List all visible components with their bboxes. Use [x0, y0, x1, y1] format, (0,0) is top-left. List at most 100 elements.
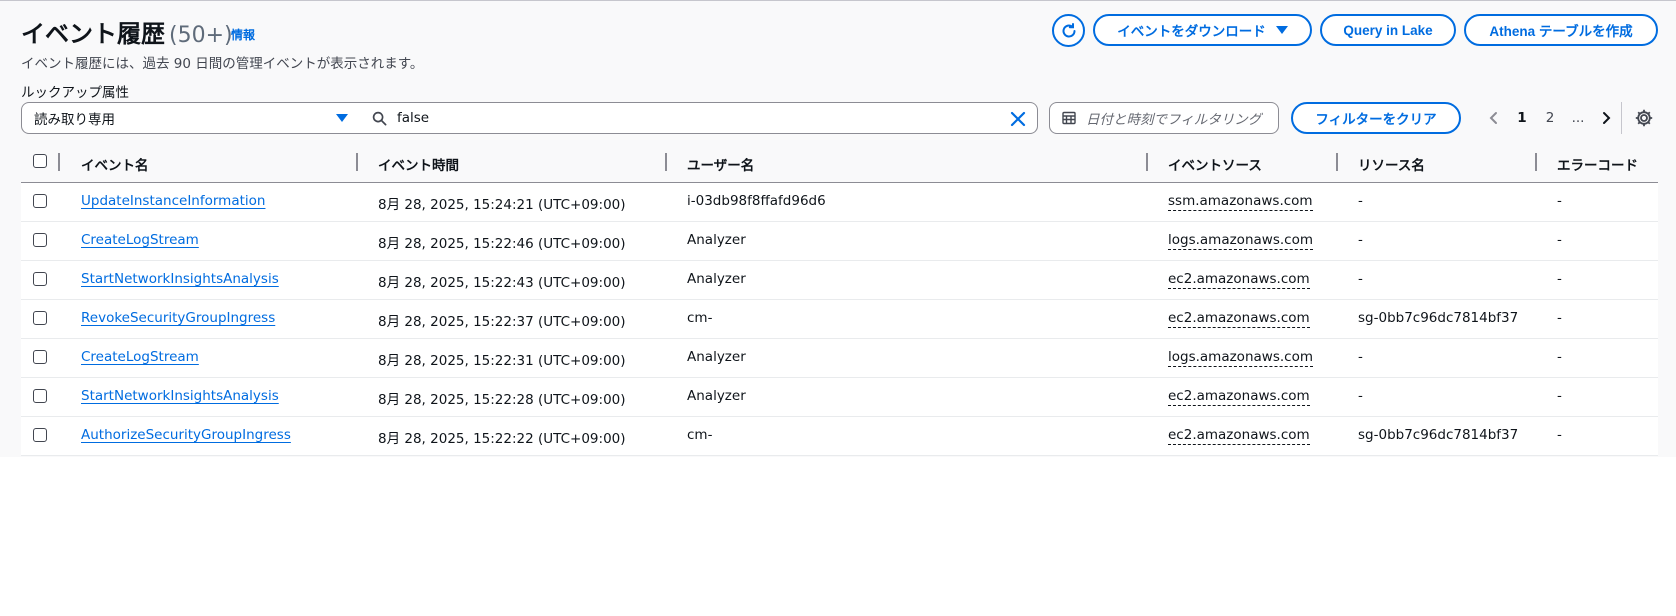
- table-row[interactable]: UpdateInstanceInformation 8月 28, 2025, 1…: [21, 183, 1658, 222]
- resource-name: -: [1358, 193, 1363, 209]
- user-name: Analyzer: [687, 388, 746, 404]
- chevron-left-icon: [1489, 112, 1497, 124]
- redacted-area: [716, 303, 831, 331]
- page-1[interactable]: 1: [1508, 110, 1536, 126]
- column-resizer[interactable]: [1535, 153, 1537, 171]
- event-name-link[interactable]: UpdateInstanceInformation: [81, 193, 265, 209]
- next-page-button[interactable]: [1592, 111, 1620, 125]
- row-checkbox[interactable]: [33, 350, 47, 364]
- event-time: 8月 28, 2025, 15:24:21 (UTC+09:00): [378, 197, 626, 213]
- column-resizer[interactable]: [1336, 153, 1338, 171]
- row-checkbox[interactable]: [33, 272, 47, 286]
- error-code: -: [1557, 271, 1562, 287]
- clear-filters-button[interactable]: フィルターをクリア: [1291, 102, 1461, 134]
- row-checkbox[interactable]: [33, 428, 47, 442]
- event-time: 8月 28, 2025, 15:22:22 (UTC+09:00): [378, 431, 626, 447]
- event-time: 8月 28, 2025, 15:22:31 (UTC+09:00): [378, 353, 626, 369]
- event-source[interactable]: logs.amazonaws.com: [1168, 349, 1313, 367]
- column-resizer[interactable]: [58, 153, 60, 171]
- row-checkbox[interactable]: [33, 389, 47, 403]
- query-in-lake-label: Query in Lake: [1343, 22, 1433, 38]
- row-checkbox[interactable]: [33, 194, 47, 208]
- column-header-user-name[interactable]: ユーザー名: [687, 154, 754, 174]
- download-events-label: イベントをダウンロード: [1117, 24, 1266, 39]
- resource-name: sg-0bb7c96dc7814bf37: [1358, 310, 1519, 326]
- event-name-link[interactable]: CreateLogStream: [81, 349, 199, 365]
- user-name: cm-: [687, 310, 713, 326]
- event-name-link[interactable]: CreateLogStream: [81, 232, 199, 248]
- event-count: (50+): [169, 23, 233, 48]
- gear-icon[interactable]: [1634, 108, 1654, 128]
- column-header-error-code[interactable]: エラーコード: [1557, 154, 1638, 174]
- resource-name: -: [1358, 388, 1363, 404]
- user-name: Analyzer: [687, 232, 746, 248]
- table-row[interactable]: CreateLogStream 8月 28, 2025, 15:22:31 (U…: [21, 339, 1658, 378]
- page-title-text: イベント履歴: [21, 20, 165, 48]
- lookup-attribute-value: 読み取り専用: [34, 112, 115, 128]
- caret-down-icon: [1275, 26, 1288, 34]
- event-time: 8月 28, 2025, 15:22:46 (UTC+09:00): [378, 236, 626, 252]
- user-name: Analyzer: [687, 271, 746, 287]
- page-title: イベント履歴 (50+): [21, 14, 233, 49]
- event-source[interactable]: ssm.amazonaws.com: [1168, 193, 1313, 211]
- resource-name: -: [1358, 232, 1363, 248]
- column-header-resource-name[interactable]: リソース名: [1358, 154, 1425, 174]
- column-header-event-source[interactable]: イベントソース: [1168, 154, 1262, 174]
- user-name: cm-: [687, 427, 713, 443]
- table-row[interactable]: AuthorizeSecurityGroupIngress 8月 28, 202…: [21, 417, 1658, 456]
- column-header-event-name[interactable]: イベント名: [81, 154, 149, 174]
- column-resizer[interactable]: [356, 153, 358, 171]
- refresh-icon: [1062, 22, 1075, 37]
- row-checkbox[interactable]: [33, 233, 47, 247]
- close-icon[interactable]: [1009, 110, 1027, 128]
- pagination-divider: [1621, 102, 1622, 134]
- table-row[interactable]: StartNetworkInsightsAnalysis 8月 28, 2025…: [21, 261, 1658, 300]
- page-description: イベント履歴には、過去 90 日間の管理イベントが表示されます。: [21, 56, 424, 72]
- chevron-right-icon: [1603, 112, 1611, 124]
- refresh-button[interactable]: [1052, 14, 1085, 47]
- error-code: -: [1557, 349, 1562, 365]
- date-filter-placeholder: 日付と時刻でフィルタリング: [1086, 112, 1262, 128]
- event-name-link[interactable]: StartNetworkInsightsAnalysis: [81, 388, 279, 404]
- event-time: 8月 28, 2025, 15:22:37 (UTC+09:00): [378, 314, 626, 330]
- error-code: -: [1557, 388, 1562, 404]
- row-checkbox[interactable]: [33, 311, 47, 325]
- event-source[interactable]: ec2.amazonaws.com: [1168, 310, 1310, 328]
- search-field[interactable]: [360, 102, 1038, 134]
- info-link[interactable]: 情報: [231, 26, 255, 43]
- table-row[interactable]: StartNetworkInsightsAnalysis 8月 28, 2025…: [21, 378, 1658, 417]
- lookup-attribute-select[interactable]: 読み取り専用: [21, 102, 361, 134]
- column-resizer[interactable]: [665, 153, 667, 171]
- event-history-table: イベント名 イベント時間 ユーザー名 イベントソース リソース名 エラーコード …: [21, 142, 1658, 456]
- caret-down-icon: [336, 114, 348, 122]
- event-name-link[interactable]: StartNetworkInsightsAnalysis: [81, 271, 279, 287]
- event-source[interactable]: logs.amazonaws.com: [1168, 232, 1313, 250]
- event-source[interactable]: ec2.amazonaws.com: [1168, 271, 1310, 289]
- create-athena-table-label: Athena テーブルを作成: [1489, 24, 1633, 39]
- event-name-link[interactable]: RevokeSecurityGroupIngress: [81, 310, 275, 326]
- event-source[interactable]: ec2.amazonaws.com: [1168, 427, 1310, 445]
- select-all-checkbox[interactable]: [33, 154, 47, 168]
- event-name-link[interactable]: AuthorizeSecurityGroupIngress: [81, 427, 291, 443]
- error-code: -: [1557, 193, 1562, 209]
- download-events-button[interactable]: イベントをダウンロード: [1093, 14, 1312, 46]
- column-header-event-time[interactable]: イベント時間: [378, 154, 459, 174]
- page-2[interactable]: 2: [1536, 110, 1564, 126]
- error-code: -: [1557, 232, 1562, 248]
- resource-name: sg-0bb7c96dc7814bf37: [1358, 427, 1519, 443]
- resource-name: -: [1358, 271, 1363, 287]
- error-code: -: [1557, 427, 1562, 443]
- table-row[interactable]: RevokeSecurityGroupIngress 8月 28, 2025, …: [21, 300, 1658, 339]
- date-range-filter[interactable]: 日付と時刻でフィルタリング: [1049, 102, 1279, 134]
- event-source[interactable]: ec2.amazonaws.com: [1168, 388, 1310, 406]
- redacted-area: [716, 420, 821, 448]
- search-input[interactable]: [397, 110, 977, 126]
- pagination: 1 2 ...: [1480, 102, 1620, 134]
- user-name: i-03db98f8ffafd96d6: [687, 193, 826, 209]
- prev-page-button[interactable]: [1480, 111, 1508, 125]
- query-in-lake-button[interactable]: Query in Lake: [1320, 14, 1456, 46]
- column-resizer[interactable]: [1146, 153, 1148, 171]
- table-row[interactable]: CreateLogStream 8月 28, 2025, 15:22:46 (U…: [21, 222, 1658, 261]
- create-athena-table-button[interactable]: Athena テーブルを作成: [1464, 14, 1658, 46]
- page-ellipsis: ...: [1571, 110, 1585, 126]
